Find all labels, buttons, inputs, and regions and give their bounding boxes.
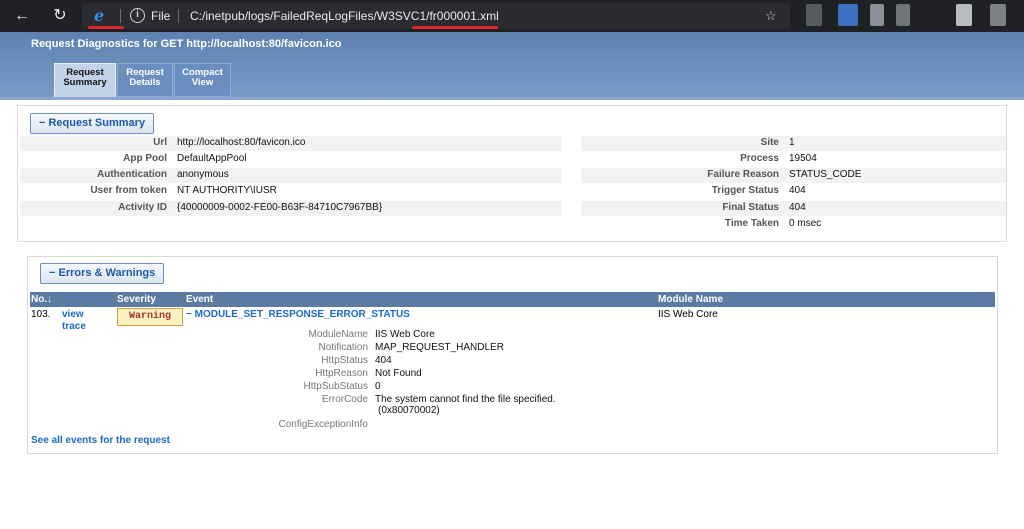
- detail-value: 404: [375, 355, 392, 366]
- errors-warnings-toggle[interactable]: − Errors & Warnings: [40, 263, 165, 284]
- detail-label: ModuleName: [308, 329, 368, 340]
- favorite-star-icon[interactable]: ☆: [765, 8, 777, 24]
- menu-icon[interactable]: [990, 4, 1006, 26]
- tab-request-details[interactable]: Request Details: [117, 63, 173, 97]
- detail-label: Notification: [318, 342, 368, 353]
- extension-icon[interactable]: [870, 4, 884, 26]
- summary-label: Site: [760, 137, 779, 148]
- browser-toolbar: ← ↻ e i File C:/inetpub/logs/FailedReqLo…: [0, 0, 1024, 32]
- profile-avatar[interactable]: [956, 4, 972, 26]
- divider: [178, 9, 179, 23]
- detail-label: HttpReason: [315, 368, 368, 379]
- errors-table-header: No.↓ Severity Event Module Name: [30, 292, 995, 307]
- column-header-module: Module Name: [658, 294, 724, 305]
- detail-value: Not Found: [375, 368, 422, 379]
- divider: [120, 9, 121, 23]
- file-label: File: [151, 9, 171, 23]
- summary-value: http://localhost:80/favicon.ico: [177, 137, 306, 148]
- detail-value: (0x80070002): [378, 405, 440, 416]
- event-number: 103.: [31, 309, 51, 320]
- highlight-underline: [412, 26, 498, 29]
- page-title: Request Diagnostics for GET http://local…: [31, 38, 342, 50]
- column-header-no[interactable]: No.↓: [31, 294, 52, 305]
- summary-value: STATUS_CODE: [789, 169, 862, 180]
- detail-label: HttpStatus: [321, 355, 368, 366]
- summary-value: {40000009-0002-FE00-B63F-84710C7967BB}: [177, 202, 383, 213]
- info-icon[interactable]: i: [130, 8, 145, 23]
- summary-value: 0 msec: [789, 218, 822, 229]
- ie-mode-icon[interactable]: e: [94, 7, 112, 25]
- extension-icon[interactable]: [838, 4, 858, 26]
- summary-label: Trigger Status: [711, 185, 779, 196]
- summary-value: 19504: [789, 153, 817, 164]
- summary-value: 404: [789, 202, 806, 213]
- reload-icon[interactable]: ↻: [50, 6, 70, 26]
- errors-warnings-panel: [27, 256, 998, 454]
- detail-value: IIS Web Core: [375, 329, 435, 340]
- header-divider: [0, 97, 1024, 100]
- page-header: Request Diagnostics for GET http://local…: [0, 32, 1024, 99]
- back-icon[interactable]: ←: [12, 6, 32, 26]
- column-header-severity: Severity: [117, 294, 156, 305]
- summary-value: NT AUTHORITY\IUSR: [177, 185, 277, 196]
- view-trace-link[interactable]: trace: [62, 321, 86, 332]
- tab-label: Compact View: [182, 67, 223, 88]
- address-input[interactable]: C:/inetpub/logs/FailedReqLogFiles/W3SVC1…: [190, 9, 499, 23]
- detail-value: 0: [375, 381, 381, 392]
- summary-label: Activity ID: [118, 202, 167, 213]
- summary-label: Time Taken: [724, 218, 779, 229]
- column-header-event: Event: [186, 294, 214, 305]
- tab-request-summary[interactable]: Request Summary: [54, 63, 116, 98]
- view-trace-link[interactable]: view: [62, 309, 84, 320]
- see-all-events-link[interactable]: See all events for the request: [31, 435, 170, 446]
- tab-label: Request Summary: [63, 67, 107, 88]
- summary-label: Failure Reason: [707, 169, 779, 180]
- summary-label: Url: [153, 137, 167, 148]
- detail-label: ConfigExceptionInfo: [278, 419, 368, 430]
- event-name-toggle[interactable]: − MODULE_SET_RESPONSE_ERROR_STATUS: [186, 309, 410, 320]
- extension-icon[interactable]: [896, 4, 910, 26]
- summary-label: Final Status: [722, 202, 779, 213]
- detail-value: The system cannot find the file specifie…: [375, 394, 556, 405]
- extension-icon[interactable]: [806, 4, 822, 26]
- tab-label: Request Details: [126, 67, 164, 88]
- summary-value: 1: [789, 137, 795, 148]
- summary-value: anonymous: [177, 169, 229, 180]
- summary-value: 404: [789, 185, 806, 196]
- summary-label: Authentication: [97, 169, 167, 180]
- summary-label: Process: [740, 153, 779, 164]
- summary-label: App Pool: [123, 153, 167, 164]
- warning-badge: Warning: [117, 308, 183, 326]
- detail-label: HttpSubStatus: [303, 381, 368, 392]
- summary-label: User from token: [90, 185, 167, 196]
- detail-value: MAP_REQUEST_HANDLER: [375, 342, 504, 353]
- highlight-underline: [88, 26, 124, 29]
- summary-value: DefaultAppPool: [177, 153, 247, 164]
- detail-label: ErrorCode: [321, 394, 368, 405]
- request-summary-toggle[interactable]: − Request Summary: [30, 113, 155, 134]
- tab-compact-view[interactable]: Compact View: [174, 63, 231, 97]
- module-name: IIS Web Core: [658, 309, 718, 320]
